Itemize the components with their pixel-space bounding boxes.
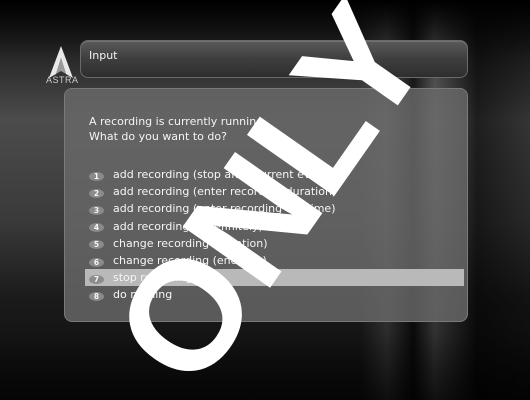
option-change-recording-duration[interactable]: 5 change recording (duration) — [85, 235, 465, 252]
options-menu: 1 add recording (stop after current even… — [85, 166, 465, 304]
number-badge-icon: 4 — [89, 223, 104, 233]
option-change-recording-endtime[interactable]: 6 change recording (endtime) — [85, 252, 465, 269]
option-label: add recording (enter recording duration) — [113, 185, 337, 199]
message-line-2: What do you want to do? — [89, 130, 227, 143]
option-label: change recording (duration) — [113, 236, 268, 250]
number-badge-icon: 8 — [89, 291, 104, 301]
number-badge-icon: 5 — [89, 240, 104, 250]
option-do-nothing[interactable]: 8 do nothing — [85, 286, 465, 303]
option-label: add recording (indefinitely) — [113, 219, 263, 233]
number-badge-icon: 2 — [89, 188, 104, 198]
option-label: do nothing — [113, 288, 173, 302]
option-label: change recording (endtime) — [113, 254, 267, 268]
recording-dialog: A recording is currently running. What d… — [64, 88, 468, 322]
number-badge-icon: 3 — [89, 205, 104, 215]
option-label: add recording (enter recording endtime) — [113, 202, 336, 216]
logo-text: ASTRA — [46, 75, 79, 85]
title-bar: Input — [80, 40, 468, 78]
number-badge-icon: 1 — [89, 171, 104, 181]
option-label: add recording (stop after current event) — [113, 168, 333, 182]
message-line-1: A recording is currently running. — [89, 115, 267, 128]
option-add-recording-stop-after-event[interactable]: 1 add recording (stop after current even… — [85, 166, 465, 183]
option-add-recording-indefinitely[interactable]: 4 add recording (indefinitely) — [85, 218, 465, 235]
number-badge-icon: 7 — [89, 274, 104, 284]
option-label: stop recording — [113, 271, 193, 285]
number-badge-icon: 6 — [89, 257, 104, 267]
option-add-recording-endtime[interactable]: 3 add recording (enter recording endtime… — [85, 200, 465, 217]
option-stop-recording[interactable]: 7 stop recording — [85, 269, 464, 287]
bottom-fade — [0, 330, 530, 400]
dialog-message: A recording is currently running. What d… — [89, 114, 267, 144]
page-title: Input — [89, 49, 118, 62]
option-add-recording-duration[interactable]: 2 add recording (enter recording duratio… — [85, 183, 465, 200]
